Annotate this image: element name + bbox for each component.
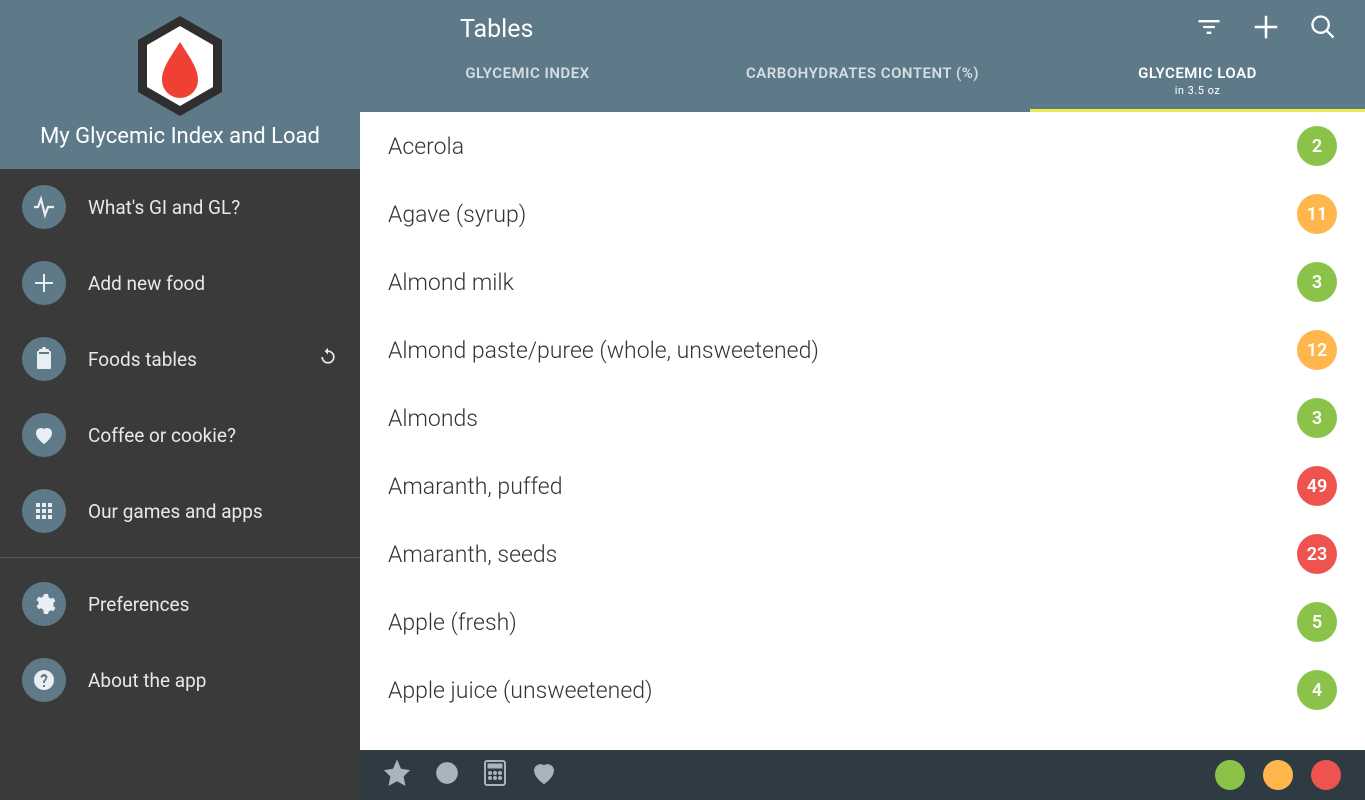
food-name: Acerola — [388, 133, 1297, 160]
food-row[interactable]: Amaranth, seeds23 — [360, 520, 1365, 588]
clipboard-icon — [22, 337, 66, 381]
app-title: My Glycemic Index and Load — [0, 124, 360, 149]
tab-label: GLYCEMIC INDEX — [465, 64, 589, 82]
food-name: Amaranth, seeds — [388, 541, 1297, 568]
sidebar-item-preferences[interactable]: Preferences — [0, 566, 360, 642]
food-name: Almonds — [388, 405, 1297, 432]
gl-badge: 49 — [1297, 466, 1337, 506]
gl-badge: 3 — [1297, 398, 1337, 438]
calculator-icon[interactable] — [484, 760, 506, 790]
gl-badge: 23 — [1297, 534, 1337, 574]
plus-icon — [22, 261, 66, 305]
refresh-icon[interactable] — [318, 347, 338, 371]
food-name: Apple juice (unsweetened) — [388, 677, 1297, 704]
food-row[interactable]: Almonds3 — [360, 384, 1365, 452]
tab-label: CARBOHYDRATES CONTENT (%) — [746, 64, 979, 82]
question-icon — [22, 658, 66, 702]
food-row[interactable]: Acerola2 — [360, 112, 1365, 180]
food-name: Agave (syrup) — [388, 201, 1297, 228]
apps-grid-icon — [22, 489, 66, 533]
food-name: Almond paste/puree (whole, unsweetened) — [388, 337, 1297, 364]
food-row[interactable]: Almond milk3 — [360, 248, 1365, 316]
main: Tables GLYCEMIC INDEX — [360, 0, 1365, 800]
tab-carb-content[interactable]: CARBOHYDRATES CONTENT (%) — [695, 50, 1030, 112]
food-list[interactable]: Acerola2Agave (syrup)11Almond milk3Almon… — [360, 112, 1365, 750]
sidebar-item-label: Preferences — [88, 593, 338, 616]
heart-filled-icon[interactable] — [530, 759, 558, 791]
sidebar-item-label: What's GI and GL? — [88, 196, 338, 219]
sidebar-item-label: Our games and apps — [88, 500, 338, 523]
pulse-icon — [22, 185, 66, 229]
clock-icon[interactable] — [434, 760, 460, 790]
heart-icon — [22, 413, 66, 457]
food-name: Apple (fresh) — [388, 609, 1297, 636]
sidebar-item-label: Foods tables — [88, 348, 318, 371]
tab-glycemic-index[interactable]: GLYCEMIC INDEX — [360, 50, 695, 112]
gl-badge: 5 — [1297, 602, 1337, 642]
tab-label: GLYCEMIC LOAD — [1138, 64, 1257, 82]
app-logo — [0, 14, 360, 118]
gl-badge: 11 — [1297, 194, 1337, 234]
topbar-actions — [1195, 12, 1337, 46]
sidebar-item-about[interactable]: About the app — [0, 642, 360, 718]
sidebar-menu: What's GI and GL? Add new food Foods tab… — [0, 169, 360, 800]
sidebar-item-coffee-cookie[interactable]: Coffee or cookie? — [0, 397, 360, 473]
tab-glycemic-load[interactable]: GLYCEMIC LOAD in 3.5 oz — [1030, 50, 1365, 112]
food-row[interactable]: Almond paste/puree (whole, unsweetened)1… — [360, 316, 1365, 384]
star-icon[interactable] — [384, 760, 410, 790]
page-title: Tables — [460, 15, 1195, 44]
legend-dot-red[interactable] — [1311, 760, 1341, 790]
gl-badge: 12 — [1297, 330, 1337, 370]
legend-dot-orange[interactable] — [1263, 760, 1293, 790]
food-row[interactable]: Amaranth, puffed49 — [360, 452, 1365, 520]
gl-badge: 3 — [1297, 262, 1337, 302]
food-row[interactable]: Apple juice (unsweetened)4 — [360, 656, 1365, 724]
sidebar-item-add-food[interactable]: Add new food — [0, 245, 360, 321]
legend-dot-green[interactable] — [1215, 760, 1245, 790]
sidebar-item-label: Add new food — [88, 272, 338, 295]
sidebar-item-label: About the app — [88, 669, 338, 692]
gear-icon — [22, 582, 66, 626]
tabs: GLYCEMIC INDEX CARBOHYDRATES CONTENT (%)… — [360, 50, 1365, 112]
food-name: Amaranth, puffed — [388, 473, 1297, 500]
search-icon[interactable] — [1309, 13, 1337, 45]
sidebar-item-whats-gi-gl[interactable]: What's GI and GL? — [0, 169, 360, 245]
sidebar-item-foods-tables[interactable]: Foods tables — [0, 321, 360, 397]
gl-badge: 2 — [1297, 126, 1337, 166]
bottombar — [360, 750, 1365, 800]
sidebar-item-label: Coffee or cookie? — [88, 424, 338, 447]
sidebar-divider — [0, 557, 360, 558]
food-row[interactable]: Apple (fresh)5 — [360, 588, 1365, 656]
topbar: Tables GLYCEMIC INDEX — [360, 0, 1365, 112]
food-row[interactable]: Agave (syrup)11 — [360, 180, 1365, 248]
sidebar-item-our-apps[interactable]: Our games and apps — [0, 473, 360, 549]
filter-icon[interactable] — [1195, 13, 1223, 45]
add-icon[interactable] — [1251, 12, 1281, 46]
gl-badge: 4 — [1297, 670, 1337, 710]
sidebar: My Glycemic Index and Load What's GI and… — [0, 0, 360, 800]
food-name: Almond milk — [388, 269, 1297, 296]
sidebar-header: My Glycemic Index and Load — [0, 0, 360, 169]
tab-sublabel: in 3.5 oz — [1030, 84, 1365, 97]
